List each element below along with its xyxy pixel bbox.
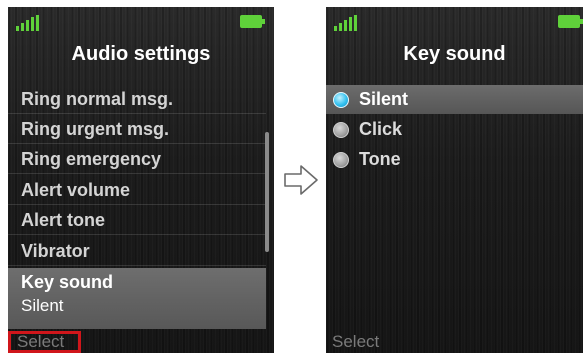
option-label: Silent: [359, 89, 409, 109]
menu-item-ring-normal-msg[interactable]: Ring normal msg.: [8, 85, 266, 114]
battery-icon: [240, 15, 265, 28]
select-softkey[interactable]: Select: [17, 332, 64, 352]
menu-item-alert-tone[interactable]: Alert tone: [8, 206, 266, 235]
menu-item-label: Ring normal msg.: [21, 89, 174, 109]
menu-item-value: Silent: [21, 296, 64, 315]
menu-item-label: Vibrator: [21, 241, 90, 261]
menu-item-label: Ring emergency: [21, 149, 162, 169]
radio-unchecked-icon: [333, 152, 349, 168]
menu-item-alert-volume[interactable]: Alert volume: [8, 176, 266, 205]
key-sound-screen: Key sound Silent Click Tone Select: [326, 7, 583, 353]
menu-item-label: Key sound: [21, 272, 114, 292]
page-title: Audio settings: [71, 43, 211, 65]
signal-strength-icon: [16, 15, 44, 31]
menu-item-label: Alert volume: [21, 180, 131, 200]
radio-checked-icon: [333, 92, 349, 108]
page-title: Key sound: [403, 43, 506, 65]
stage: Audio settings Ring normal msg. Ring urg…: [0, 0, 583, 353]
menu-item-key-sound[interactable]: Key sound Silent: [8, 268, 266, 329]
option-label: Tone: [359, 149, 401, 169]
option-silent[interactable]: Silent: [326, 85, 583, 114]
option-label: Click: [359, 119, 403, 139]
audio-settings-screen: Audio settings Ring normal msg. Ring urg…: [8, 7, 274, 353]
menu-item-vibrator[interactable]: Vibrator: [8, 237, 266, 266]
menu-item-ring-urgent-msg[interactable]: Ring urgent msg.: [8, 115, 266, 144]
right-arrow-icon: [284, 165, 318, 195]
signal-strength-icon: [334, 15, 362, 31]
option-click[interactable]: Click: [326, 115, 583, 144]
option-tone[interactable]: Tone: [326, 145, 583, 174]
menu-item-label: Ring urgent msg.: [21, 119, 169, 139]
menu-item-ring-emergency[interactable]: Ring emergency: [8, 145, 266, 174]
menu-item-label: Alert tone: [21, 210, 106, 230]
radio-unchecked-icon: [333, 122, 349, 138]
battery-icon: [558, 15, 583, 28]
scrollbar[interactable]: [265, 132, 269, 252]
select-softkey[interactable]: Select: [332, 332, 379, 352]
